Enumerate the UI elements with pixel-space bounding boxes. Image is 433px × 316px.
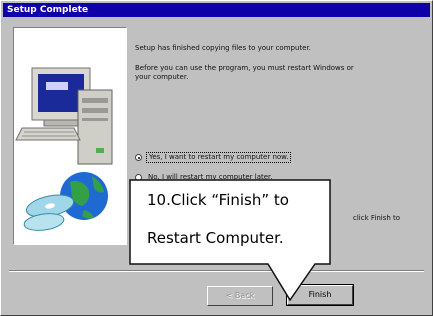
title-bar[interactable]: Setup Complete [3, 3, 430, 17]
restart-now-radio[interactable] [135, 154, 142, 161]
restart-now-label[interactable]: Yes, I want to restart my computer now. [146, 152, 292, 163]
message-line-3: your computer. [135, 73, 189, 81]
window-title: Setup Complete [7, 5, 89, 15]
monitor-screen [38, 74, 84, 112]
message-finish-hint: click Finish to [353, 214, 401, 222]
restart-later-radio[interactable] [135, 174, 142, 181]
message-line-2: Before you can use the program, you must… [135, 64, 354, 72]
globe-icon [23, 172, 108, 231]
restart-now-option[interactable]: Yes, I want to restart my computer now. [135, 152, 292, 163]
restart-later-label[interactable]: No, I will restart my computer later. [146, 173, 275, 182]
setup-illustration [13, 27, 127, 245]
finish-button[interactable]: Finish [286, 284, 354, 306]
callout-line-2: Restart Computer. [147, 229, 284, 247]
callout-line-1: 10.Click “Finish” to [147, 191, 289, 209]
button-separator [9, 270, 424, 272]
setup-dialog: Setup Complete Setup has finished copyin… [0, 0, 433, 316]
back-button[interactable]: < Back [207, 286, 273, 306]
message-line-1: Setup has finished copying files to your… [135, 44, 311, 52]
restart-later-option[interactable]: No, I will restart my computer later. [135, 173, 275, 182]
